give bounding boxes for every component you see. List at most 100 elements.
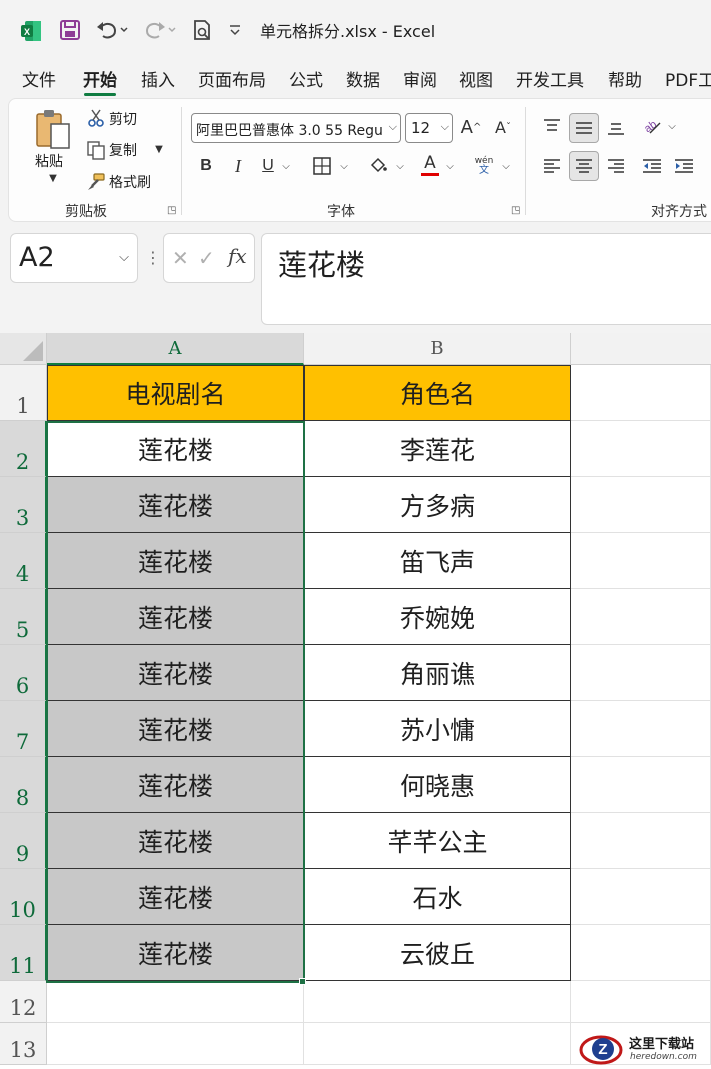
underline-button[interactable]: U xyxy=(257,153,279,179)
phonetic-dropdown-icon[interactable]: ⌵ xyxy=(499,155,513,177)
cell-c7[interactable] xyxy=(571,701,711,757)
increase-indent-icon[interactable] xyxy=(671,153,697,179)
cell-c5[interactable] xyxy=(571,589,711,645)
enter-icon[interactable]: ✓ xyxy=(198,246,215,270)
cell-c12[interactable] xyxy=(571,981,711,1023)
cell-b4[interactable]: 笛飞声 xyxy=(304,533,571,589)
cell-b3[interactable]: 方多病 xyxy=(304,477,571,533)
cell-a8[interactable]: 莲花楼 xyxy=(47,757,304,813)
cell-a2[interactable]: 莲花楼 xyxy=(47,421,304,477)
font-color-dropdown-icon[interactable]: ⌵ xyxy=(443,155,457,177)
bottom-align-icon[interactable] xyxy=(603,115,629,141)
cancel-icon[interactable]: ✕ xyxy=(172,246,189,270)
row-header[interactable]: 4 xyxy=(0,533,47,589)
cell-c10[interactable] xyxy=(571,869,711,925)
column-header-a[interactable]: A xyxy=(47,333,304,365)
tab-developer[interactable]: 开发工具 xyxy=(516,66,584,91)
row-header[interactable]: 10 xyxy=(0,869,47,925)
paste-icon[interactable] xyxy=(33,107,73,151)
align-left-icon[interactable] xyxy=(539,153,565,179)
tab-data[interactable]: 数据 xyxy=(346,66,380,91)
row-header[interactable]: 8 xyxy=(0,757,47,813)
font-launcher-icon[interactable]: ◳ xyxy=(511,205,520,216)
cell-a3[interactable]: 莲花楼 xyxy=(47,477,304,533)
cell-a5[interactable]: 莲花楼 xyxy=(47,589,304,645)
insert-function-icon[interactable]: fx xyxy=(228,244,247,268)
underline-dropdown-icon[interactable]: ⌵ xyxy=(279,155,293,177)
fill-color-dropdown-icon[interactable]: ⌵ xyxy=(393,155,407,177)
cut-icon[interactable] xyxy=(85,107,107,129)
paste-button[interactable]: 粘贴 xyxy=(35,151,63,171)
clipboard-launcher-icon[interactable]: ◳ xyxy=(167,205,176,216)
formula-input[interactable]: 莲花楼 xyxy=(261,233,711,325)
cell-a4[interactable]: 莲花楼 xyxy=(47,533,304,589)
row-header[interactable]: 7 xyxy=(0,701,47,757)
tab-file[interactable]: 文件 xyxy=(22,66,56,91)
cell-b5[interactable]: 乔婉娩 xyxy=(304,589,571,645)
cell-c6[interactable] xyxy=(571,645,711,701)
increase-font-size-icon[interactable]: A ^ xyxy=(459,115,483,139)
tab-insert[interactable]: 插入 xyxy=(141,66,175,91)
tab-view[interactable]: 视图 xyxy=(459,66,493,91)
middle-align-icon[interactable] xyxy=(569,113,599,143)
cell-b10[interactable]: 石水 xyxy=(304,869,571,925)
tab-pdf-tools[interactable]: PDF工 xyxy=(665,66,711,91)
cell-b1[interactable]: 角色名 xyxy=(304,365,571,421)
cell-b12[interactable] xyxy=(304,981,571,1023)
cell-a11[interactable]: 莲花楼 xyxy=(47,925,304,981)
cell-c2[interactable] xyxy=(571,421,711,477)
tab-formulas[interactable]: 公式 xyxy=(289,66,323,91)
font-color-icon[interactable]: A xyxy=(419,151,441,177)
customize-toolbar-icon[interactable] xyxy=(226,18,244,42)
cell-c1[interactable] xyxy=(571,365,711,421)
select-all-button[interactable] xyxy=(0,333,47,365)
cell-a9[interactable]: 莲花楼 xyxy=(47,813,304,869)
borders-icon[interactable] xyxy=(309,153,335,179)
cell-a1[interactable]: 电视剧名 xyxy=(47,365,304,421)
cut-button[interactable]: 剪切 xyxy=(109,109,137,129)
copy-button[interactable]: 复制 xyxy=(109,140,137,160)
row-header[interactable]: 13 xyxy=(0,1023,47,1065)
redo-icon[interactable] xyxy=(142,18,178,42)
format-painter-icon[interactable] xyxy=(85,171,107,193)
cell-b13[interactable] xyxy=(304,1023,571,1065)
bold-button[interactable]: B xyxy=(193,153,219,179)
top-align-icon[interactable] xyxy=(539,113,565,139)
save-icon[interactable] xyxy=(58,18,82,42)
cell-c4[interactable] xyxy=(571,533,711,589)
tab-page-layout[interactable]: 页面布局 xyxy=(198,66,266,91)
decrease-indent-icon[interactable] xyxy=(639,153,665,179)
tab-review[interactable]: 审阅 xyxy=(403,66,437,91)
column-header-c[interactable] xyxy=(571,333,711,365)
align-right-icon[interactable] xyxy=(603,153,629,179)
cell-a6[interactable]: 莲花楼 xyxy=(47,645,304,701)
orientation-dropdown-icon[interactable]: ⌵ xyxy=(665,115,679,137)
cell-a13[interactable] xyxy=(47,1023,304,1065)
tab-home[interactable]: 开始 xyxy=(83,66,117,96)
copy-icon[interactable] xyxy=(85,139,107,161)
cell-a7[interactable]: 莲花楼 xyxy=(47,701,304,757)
row-header[interactable]: 1 xyxy=(0,365,47,421)
paste-dropdown-icon[interactable]: ▼ xyxy=(45,171,61,185)
cell-a10[interactable]: 莲花楼 xyxy=(47,869,304,925)
decrease-font-size-icon[interactable]: Aˇ xyxy=(491,115,515,139)
undo-icon[interactable] xyxy=(94,18,130,42)
cell-c8[interactable] xyxy=(571,757,711,813)
row-header[interactable]: 6 xyxy=(0,645,47,701)
align-center-icon[interactable] xyxy=(569,151,599,181)
row-header[interactable]: 11 xyxy=(0,925,47,981)
borders-dropdown-icon[interactable]: ⌵ xyxy=(337,155,351,177)
font-name-select[interactable]: 阿里巴巴普惠体 3.0 55 Regu ⌵ xyxy=(191,113,401,143)
cell-a12[interactable] xyxy=(47,981,304,1023)
phonetic-guide-icon[interactable]: wén 文 xyxy=(471,153,497,179)
column-header-b[interactable]: B xyxy=(304,333,571,365)
cell-b7[interactable]: 苏小慵 xyxy=(304,701,571,757)
cell-b2[interactable]: 李莲花 xyxy=(304,421,571,477)
copy-dropdown-icon[interactable]: ▼ xyxy=(153,143,165,155)
fill-handle[interactable] xyxy=(299,978,306,985)
row-header[interactable]: 5 xyxy=(0,589,47,645)
cell-b6[interactable]: 角丽谯 xyxy=(304,645,571,701)
cell-b9[interactable]: 芊芊公主 xyxy=(304,813,571,869)
format-painter-button[interactable]: 格式刷 xyxy=(109,172,151,192)
print-preview-icon[interactable] xyxy=(190,18,214,42)
